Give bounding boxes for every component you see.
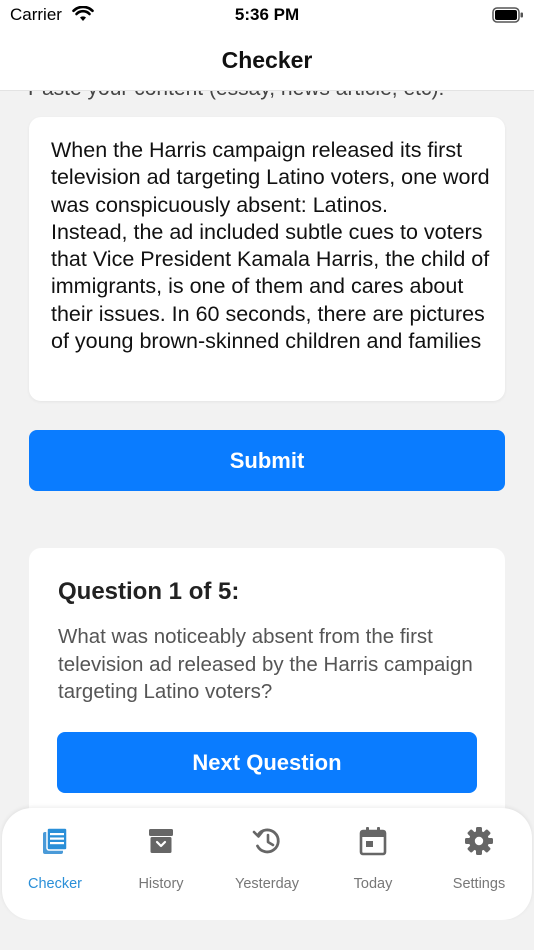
status-bar: Carrier 5:36 PM <box>0 0 534 30</box>
gear-icon <box>464 825 494 857</box>
tab-label: Settings <box>452 876 506 892</box>
tab-label: Yesterday <box>235 876 299 892</box>
tab-today[interactable]: Today <box>320 808 426 920</box>
newspaper-icon <box>40 825 70 857</box>
tab-label: History <box>138 876 184 892</box>
tab-settings[interactable]: Settings <box>426 808 532 920</box>
next-question-button[interactable]: Next Question <box>57 732 477 793</box>
tab-checker[interactable]: Checker <box>2 808 108 920</box>
scroll-content[interactable]: Paste your content (essay, news article,… <box>0 91 534 911</box>
question-text: What was noticeably absent from the firs… <box>58 625 473 703</box>
home-indicator-area <box>0 920 534 950</box>
content-text[interactable]: When the Harris campaign released its fi… <box>51 137 491 355</box>
submit-button[interactable]: Submit <box>29 430 505 491</box>
calendar-icon <box>358 825 388 857</box>
content-text-area[interactable]: When the Harris campaign released its fi… <box>29 117 505 401</box>
clock-history-icon <box>252 825 282 857</box>
status-time: 5:36 PM <box>234 5 300 24</box>
tab-history[interactable]: History <box>108 808 214 920</box>
navigation-bar: Checker <box>0 30 534 91</box>
tab-yesterday[interactable]: Yesterday <box>214 808 320 920</box>
tab-label: Checker <box>28 876 82 892</box>
battery-icon <box>492 7 524 28</box>
content-prompt-label: Paste your content (essay, news article,… <box>28 91 518 101</box>
tab-label: Today <box>353 876 393 892</box>
question-title: Question 1 of 5: <box>58 578 240 605</box>
archive-box-icon <box>146 825 176 857</box>
page-title: Checker <box>221 47 313 73</box>
tab-bar: Checker History Yesterday Today Settings <box>2 808 532 920</box>
